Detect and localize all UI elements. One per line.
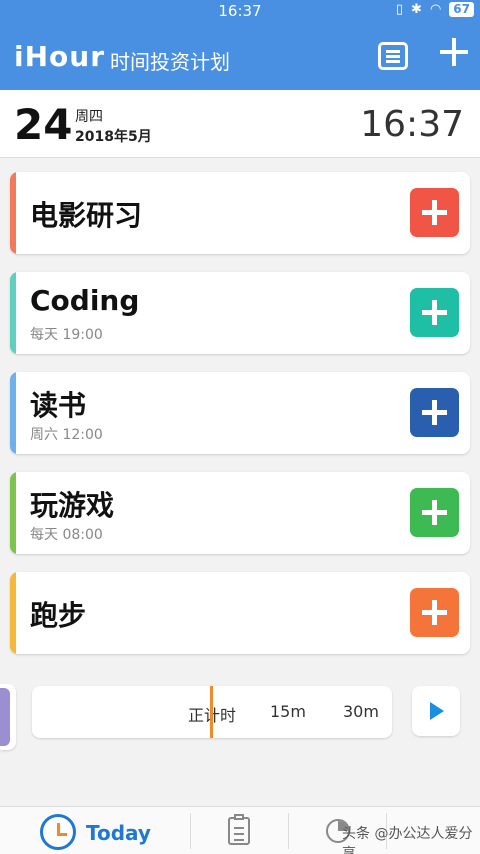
task-name: 读书: [30, 389, 87, 422]
clipboard-icon[interactable]: [228, 814, 250, 845]
date-month-year: 2018年5月: [75, 129, 152, 145]
side-task-tab[interactable]: [0, 684, 16, 750]
play-icon: [430, 702, 444, 720]
add-time-button[interactable]: [410, 388, 459, 437]
status-icons: ▯ ✱ ◠ 67: [396, 2, 474, 17]
task-schedule: 每天 19:00: [30, 327, 103, 343]
app-bar: iHour 时间投资计划: [0, 22, 480, 90]
app-subtitle: 时间投资计划: [110, 50, 230, 74]
nav-divider: [190, 813, 191, 849]
timer-option-30m[interactable]: 30m: [343, 702, 379, 721]
task-name: 玩游戏: [30, 489, 115, 522]
task-name: Coding: [30, 284, 140, 317]
task-card[interactable]: 玩游戏 每天 08:00: [10, 472, 470, 554]
play-button[interactable]: [412, 686, 460, 736]
task-card[interactable]: Coding 每天 19:00: [10, 272, 470, 354]
add-time-button[interactable]: [410, 188, 459, 237]
task-accent-bar: [10, 372, 16, 454]
task-schedule: 每天 08:00: [30, 527, 103, 543]
timer-marker: [210, 686, 213, 738]
watermark: 头条 @办公达人爱分享: [342, 826, 473, 854]
task-name: 电影研习: [30, 199, 143, 232]
task-accent-bar: [10, 172, 16, 254]
add-time-button[interactable]: [410, 288, 459, 337]
date-weekday: 周四: [75, 109, 103, 125]
timer-option-15m[interactable]: 15m: [270, 702, 306, 721]
add-time-button[interactable]: [410, 488, 459, 537]
task-card[interactable]: 读书 周六 12:00: [10, 372, 470, 454]
date-header: 24 周四 2018年5月 16:37: [0, 90, 480, 158]
wifi-icon: ◠: [429, 2, 442, 17]
current-time: 16:37: [360, 104, 464, 145]
task-name: 跑步: [30, 599, 87, 632]
task-card[interactable]: 跑步: [10, 572, 470, 654]
app-logo: iHour: [14, 40, 106, 73]
task-accent-bar: [10, 572, 16, 654]
nav-today[interactable]: Today: [86, 821, 151, 845]
bottom-nav: Today 头条 @办公达人爱分享: [0, 806, 480, 854]
status-bar: 16:37 ▯ ✱ ◠ 67: [0, 0, 480, 22]
clock-icon[interactable]: [40, 814, 76, 850]
battery-icon: 67: [449, 2, 474, 17]
vibrate-icon: ▯: [395, 2, 404, 17]
task-accent-bar: [10, 472, 16, 554]
add-icon[interactable]: [440, 38, 468, 66]
task-card[interactable]: 电影研习: [10, 172, 470, 254]
list-icon[interactable]: [378, 42, 408, 70]
nav-divider: [288, 813, 289, 849]
bluetooth-icon: ✱: [411, 2, 422, 17]
task-schedule: 周六 12:00: [30, 427, 103, 443]
date-day: 24: [14, 100, 73, 149]
timer-selector[interactable]: 正计时 15m 30m: [32, 686, 392, 738]
task-accent-bar: [10, 272, 16, 354]
add-time-button[interactable]: [410, 588, 459, 637]
